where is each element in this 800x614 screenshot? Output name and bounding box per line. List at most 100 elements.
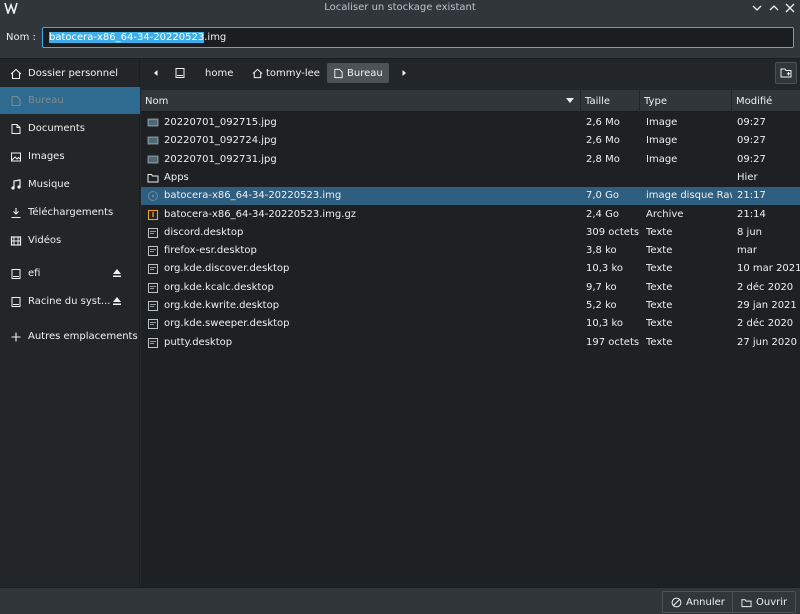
sidebar-item-root[interactable]: Racine du syst...	[0, 288, 140, 315]
sidebar-item-music[interactable]: Musique	[0, 171, 140, 198]
sidebar-item-other-locations[interactable]: Autres emplacements	[0, 323, 140, 350]
table-row[interactable]: org.kde.kcalc.desktop 9,7 ko Texte 2 déc 20…	[141, 279, 800, 297]
open-button[interactable]: Ouvrir	[732, 591, 797, 613]
table-row[interactable]: batocera-x86_64-34-20220523.img 7,0 Go ima…	[141, 187, 800, 206]
eject-icon[interactable]	[112, 268, 122, 278]
sidebar-item-label: Dossier personnel	[28, 68, 119, 79]
cancel-button[interactable]: Annuler	[662, 591, 734, 613]
cell-modified: 29 jan 2021	[737, 300, 797, 311]
cell-size: 2,4 Go	[586, 208, 619, 220]
table-row[interactable]: discord.desktop 309 octets Texte 8 jun	[141, 224, 800, 242]
forward-arrow-icon[interactable]	[394, 63, 414, 83]
text-file-icon	[148, 282, 158, 293]
maximize-icon[interactable]	[767, 1, 781, 15]
video-icon	[10, 235, 22, 246]
table-row[interactable]: org.kde.sweeper.desktop 10,3 ko Texte 2 déc…	[141, 315, 800, 333]
cell-name: Apps	[164, 171, 189, 183]
cell-size: 5,2 ko	[586, 300, 617, 311]
drive-icon	[11, 268, 21, 279]
table-row[interactable]: batocera-x86_64-34-20220523.img.gz 2,4 Go…	[141, 206, 800, 224]
name-bar: Nom : batocera-x86_64-34-20220523.img	[0, 17, 800, 59]
table-row[interactable]: 20220701_092731.jpg 2,8 Mo Image 09:27	[141, 151, 800, 169]
cell-modified: 09:27	[737, 135, 766, 147]
table-row[interactable]: 20220701_092715.jpg 2,6 Mo Image 09:27	[141, 114, 800, 132]
column-header-modified[interactable]: Modifié	[732, 90, 800, 112]
sidebar-item-downloads[interactable]: Téléchargements	[0, 199, 140, 226]
table-row[interactable]: Apps Hier	[141, 169, 800, 187]
new-folder-icon	[780, 68, 792, 78]
sidebar-item-videos[interactable]: Vidéos	[0, 227, 140, 254]
cell-modified: 2 déc 2020	[737, 318, 794, 330]
sidebar-item-label: Téléchargements	[28, 207, 114, 218]
breadcrumb-current[interactable]: Bureau	[327, 63, 389, 83]
new-folder-button[interactable]	[775, 62, 797, 84]
breadcrumb-label: Bureau	[347, 67, 383, 79]
cell-name: 20220701_092731.jpg	[164, 153, 277, 165]
cell-size: 10,3 ko	[586, 318, 623, 330]
cell-name: putty.desktop	[164, 336, 233, 348]
name-label: Nom :	[6, 32, 36, 43]
image-file-icon	[147, 136, 159, 145]
column-header-size[interactable]: Taille	[581, 90, 640, 112]
cell-type: Texte	[646, 263, 673, 275]
close-icon[interactable]	[783, 1, 797, 15]
sidebar-item-efi[interactable]: efi	[0, 260, 140, 287]
cell-size: 197 octets	[586, 336, 640, 348]
cell-name: org.kde.discover.desktop	[164, 263, 290, 275]
file-list: Nom Taille Type Modifié 20220701_092715.…	[141, 90, 800, 587]
archive-icon	[147, 209, 159, 220]
sidebar-item-label: Racine du syst...	[28, 296, 111, 307]
sidebar-item-desktop[interactable]: Bureau	[0, 87, 140, 114]
cell-type: Image	[646, 117, 678, 128]
open-label: Ouvrir	[756, 596, 788, 608]
table-row[interactable]: org.kde.kwrite.desktop 5,2 ko Texte 29 jan …	[141, 297, 800, 315]
cell-modified: 27 jun 2020	[737, 336, 797, 348]
eject-icon[interactable]	[112, 296, 122, 306]
text-file-icon	[148, 301, 158, 311]
disk-image-icon	[148, 191, 158, 202]
cell-type: Texte	[646, 245, 673, 257]
cell-size: 309 octets	[586, 226, 640, 238]
sidebar-item-label: efi	[28, 268, 41, 279]
table-header: Nom Taille Type Modifié	[141, 90, 800, 112]
cell-type: Image	[646, 153, 678, 165]
cell-type: Texte	[646, 318, 673, 330]
cell-name: org.kde.sweeper.desktop	[164, 318, 290, 330]
plus-icon	[11, 332, 21, 341]
sidebar-item-label: Bureau	[28, 95, 64, 106]
table-row[interactable]: 20220701_092724.jpg 2,6 Mo Image 09:27	[141, 132, 800, 150]
breadcrumb-home[interactable]: home	[199, 63, 239, 83]
image-file-icon	[147, 155, 159, 164]
table-row[interactable]: putty.desktop 197 octets Texte 27 jun 2020	[141, 334, 800, 352]
back-arrow-icon[interactable]	[146, 63, 166, 83]
sidebar-item-label: Documents	[28, 123, 86, 134]
places-sidebar: Dossier personnel Bureau Documents Image…	[0, 59, 140, 587]
cell-modified: 09:27	[737, 153, 766, 165]
cell-modified: 2 déc 2020	[737, 281, 794, 293]
desktop-icon	[11, 95, 21, 106]
breadcrumb-user[interactable]: tommy-lee	[246, 63, 326, 83]
sidebar-item-documents[interactable]: Documents	[0, 115, 140, 142]
table-row[interactable]: firefox-esr.desktop 3,8 ko Texte mar	[141, 242, 800, 260]
cell-name: 20220701_092715.jpg	[164, 117, 277, 128]
dialog-footer: Annuler Ouvrir	[0, 587, 800, 614]
cell-modified: mar	[737, 245, 757, 257]
breadcrumb-label: tommy-lee	[266, 67, 320, 79]
sidebar-item-label: Autres emplacements	[28, 331, 138, 342]
column-header-name[interactable]: Nom	[141, 90, 581, 112]
text-file-icon	[148, 319, 158, 330]
minimize-icon[interactable]	[750, 1, 764, 15]
sidebar-item-home[interactable]: Dossier personnel	[0, 60, 140, 87]
cell-name: batocera-x86_64-34-20220523.img.gz	[164, 208, 357, 220]
column-header-type[interactable]: Type	[640, 90, 732, 112]
sidebar-item-label: Musique	[28, 179, 70, 190]
window-title: Localiser un stockage existant	[324, 2, 476, 13]
cell-size: 2,6 Mo	[586, 117, 620, 128]
path-bar: home tommy-lee Bureau	[141, 59, 800, 88]
drive-icon[interactable]	[170, 63, 190, 83]
table-row[interactable]: org.kde.discover.desktop 10,3 ko Texte 10 m…	[141, 260, 800, 278]
cell-type: Texte	[646, 226, 673, 238]
filename-input[interactable]: batocera-x86_64-34-20220523.img	[42, 27, 794, 48]
sidebar-item-images[interactable]: Images	[0, 143, 140, 170]
cell-size: 10,3 ko	[586, 263, 623, 275]
